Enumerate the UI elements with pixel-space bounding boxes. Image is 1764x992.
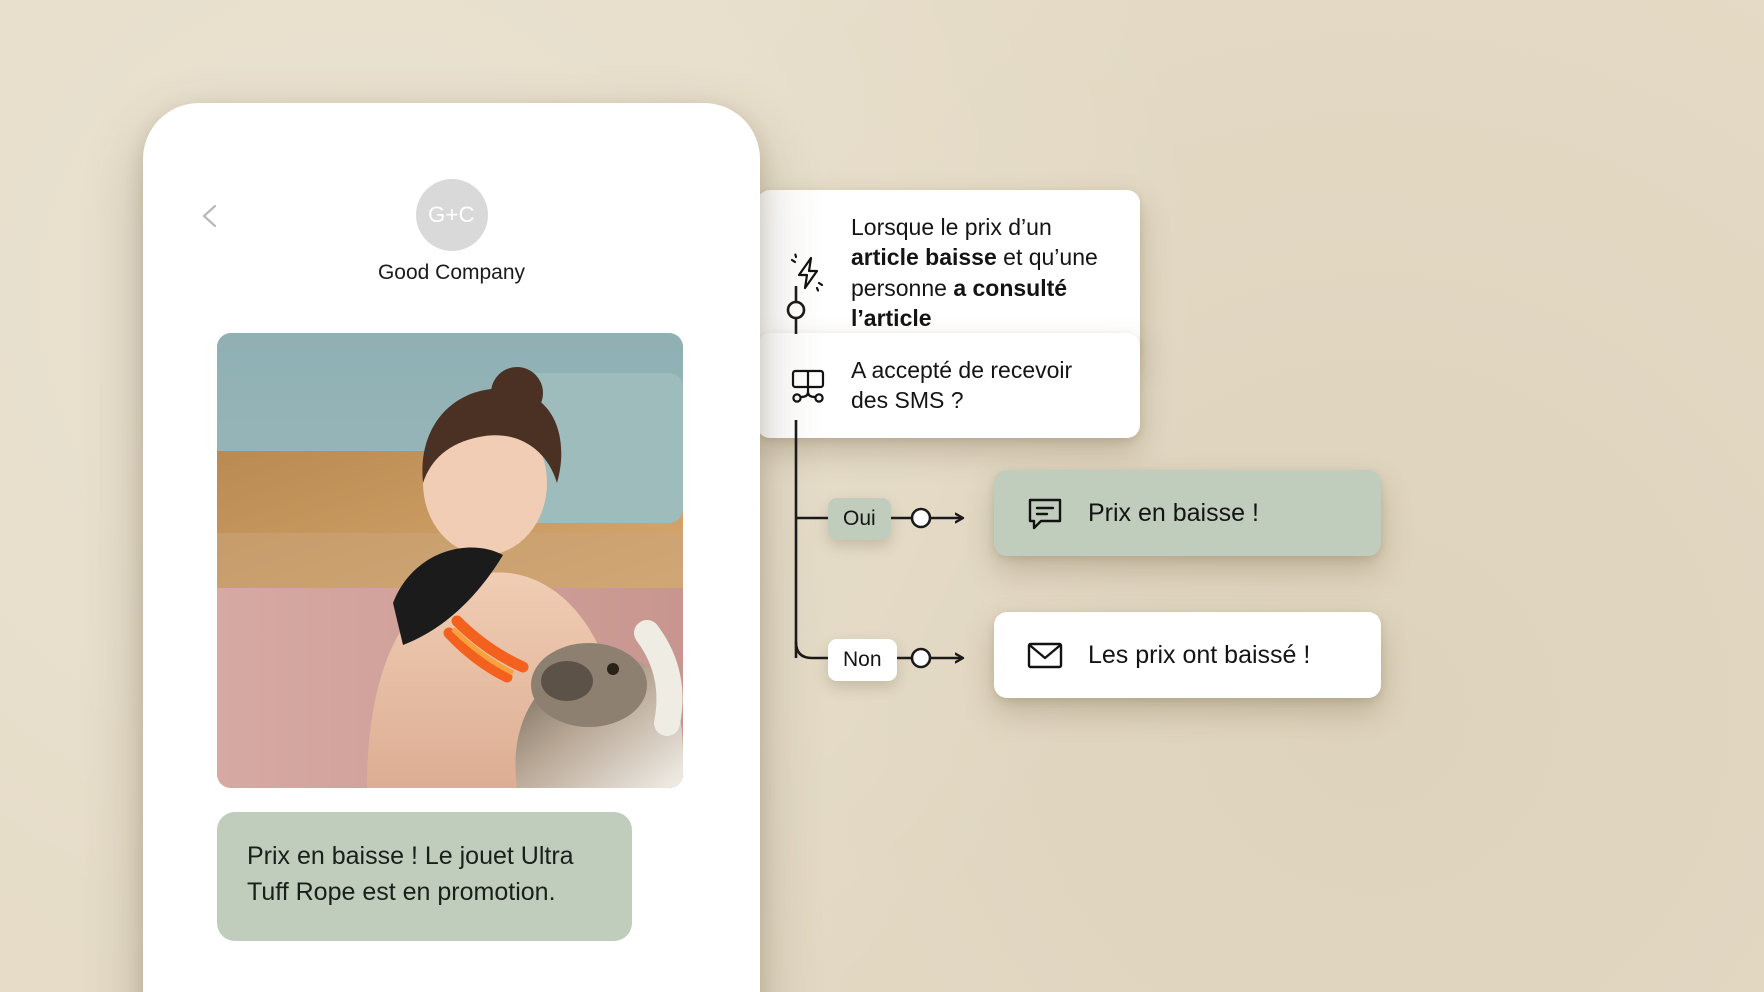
flow-node-branch[interactable]: A accepté de recevoir des SMS ?	[757, 333, 1140, 438]
flow-node-yes-action[interactable]: Prix en baisse !	[994, 470, 1381, 556]
chat-photo	[217, 333, 683, 788]
flow-node-trigger-label: Lorsque le prix d’un article baisse et q…	[851, 212, 1110, 333]
flow-node-yes-label: Prix en baisse !	[1088, 498, 1259, 527]
trigger-text-part-1: Lorsque le prix d’un	[851, 214, 1052, 240]
chat-message-icon	[1024, 492, 1066, 534]
company-name: Good Company	[377, 261, 526, 284]
flow-node-branch-label: A accepté de recevoir des SMS ?	[851, 357, 1073, 414]
edge-label-yes[interactable]: Oui	[828, 498, 891, 540]
chat-header: G+C Good Company	[160, 121, 743, 303]
phone-screen: G+C Good Company Prix en baisse ! Le jou…	[160, 121, 743, 992]
split-branch-icon	[787, 364, 829, 406]
avatar: G+C	[415, 179, 488, 251]
envelope-icon	[1024, 634, 1066, 676]
avatar-initials: G+C	[428, 202, 475, 227]
chat-message-bubble: Prix en baisse ! Le jouet Ultra Tuff Rop…	[217, 812, 632, 941]
phone-mockup: G+C Good Company Prix en baisse ! Le jou…	[143, 103, 760, 992]
flow-node-no-label: Les prix ont baissé !	[1088, 640, 1311, 669]
edge-label-no[interactable]: Non	[828, 639, 897, 681]
flow-node-no-action[interactable]: Les prix ont baissé !	[994, 612, 1381, 698]
lightning-bolt-icon	[787, 252, 829, 294]
trigger-text-part-2: article baisse	[851, 244, 997, 271]
flow-node-trigger[interactable]: Lorsque le prix d’un article baisse et q…	[757, 190, 1140, 356]
back-chevron-icon[interactable]	[198, 203, 224, 229]
